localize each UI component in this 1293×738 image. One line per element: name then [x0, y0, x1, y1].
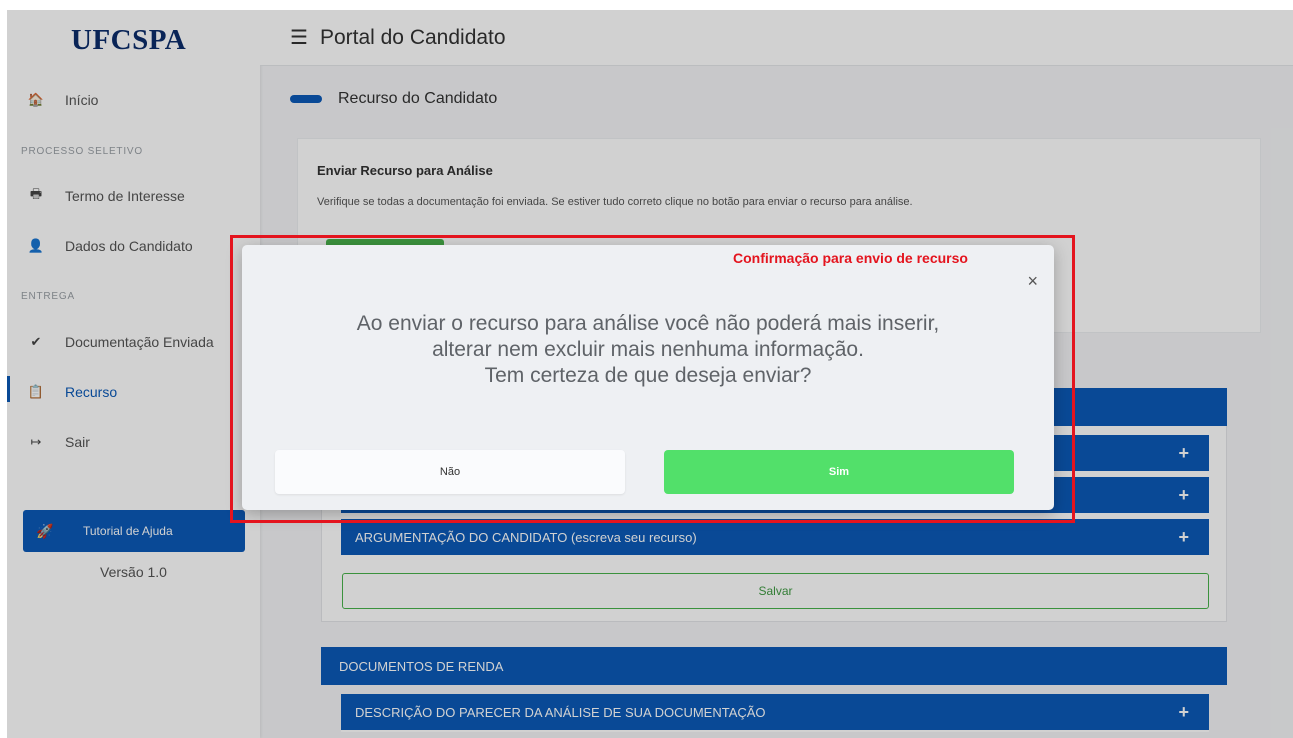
annotation-highlight-box — [230, 235, 1075, 523]
annotation-label: Confirmação para envio de recurso — [733, 250, 968, 266]
